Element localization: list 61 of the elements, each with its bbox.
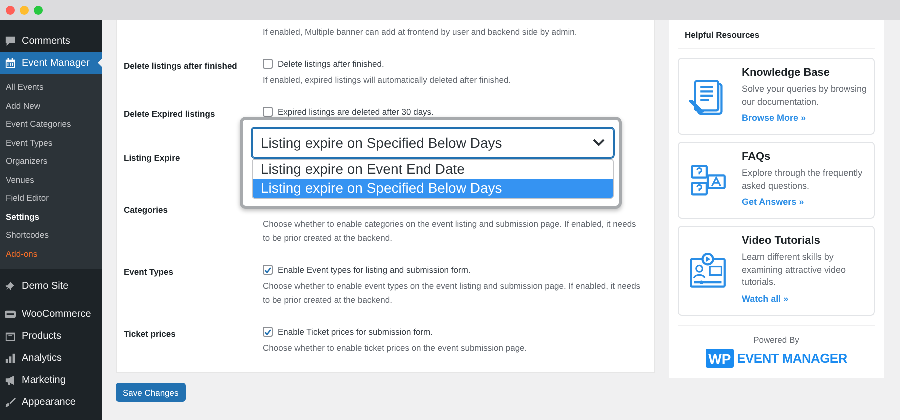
setting-label: Ticket prices: [124, 328, 177, 341]
setting-description: Choose whether to enable event types on the event listing and submission page. If enabled, it needs to be prior created at the backend.: [263, 280, 642, 307]
submenu-item[interactable]: Event Types: [0, 134, 102, 152]
powered-by-text: Powered By: [754, 334, 800, 344]
box-icon: [5, 330, 16, 342]
video-lesson-icon: [689, 252, 727, 290]
panel-title: Helpful Resources: [678, 20, 875, 49]
submenu-item[interactable]: Field Editor: [0, 189, 102, 208]
submenu-item[interactable]: Shortcodes: [0, 226, 102, 244]
setting-description: If enabled, Multiple banner can add at frontend by user and backend side by admin.: [263, 26, 578, 39]
submenu-item[interactable]: Organizers: [0, 152, 102, 170]
checkbox[interactable]: [263, 107, 273, 117]
submenu-item[interactable]: All Events: [0, 78, 102, 96]
menu-item[interactable]: Appearance: [0, 391, 102, 413]
menu-item[interactable]: WooCommerce: [0, 303, 102, 325]
checkbox[interactable]: [263, 59, 273, 69]
logo-text: EVENT MANAGER: [737, 350, 848, 366]
checkbox-label: Enable Event types for listing and submission form.: [278, 265, 471, 275]
logo-badge: WP: [706, 348, 734, 368]
dropdown-option[interactable]: Listing expire on Event End Date: [253, 160, 613, 179]
brush-icon: [5, 396, 16, 408]
menu-item[interactable]: Products: [0, 325, 102, 347]
checkbox[interactable]: [263, 327, 273, 337]
comment-icon: [5, 36, 16, 46]
bar-chart-icon: [5, 352, 16, 364]
card-title: FAQs: [742, 151, 772, 163]
card-text: Learn different skills by examining attractive video tutorials.: [742, 251, 848, 288]
window-control[interactable]: [6, 6, 15, 14]
menu-item[interactable]: Marketing: [0, 369, 102, 391]
megaphone-icon: [5, 374, 16, 386]
checkbox-label: Delete listings after finished.: [278, 59, 384, 69]
setting-label: Delete listings after finished: [124, 60, 238, 73]
pin-icon: [5, 280, 16, 292]
card-title: Knowledge Base: [742, 67, 832, 79]
setting-label: Listing Expire: [124, 152, 182, 165]
save-changes-button[interactable]: Save Changes: [116, 383, 186, 402]
setting-description: Choose whether to enable categories on the event listing and submission page. If enabled, it needs to be prior created at the backend.: [263, 218, 638, 245]
submenu-item[interactable]: Event Categories: [0, 115, 102, 134]
submenu-item[interactable]: Add-ons: [0, 244, 102, 263]
setting-label: Event Types: [124, 266, 174, 279]
checkbox[interactable]: [263, 265, 273, 275]
checkbox-label: Enable Ticket prices for submission form.: [278, 327, 433, 337]
setting-description: If enabled, expired listings will automatically deleted after finished.: [263, 74, 512, 87]
setting-label: Delete Expired listings: [124, 108, 216, 119]
window-control[interactable]: [34, 6, 43, 14]
select-field[interactable]: Listing expire on Specified Below Days: [252, 128, 614, 158]
submenu-item[interactable]: Venues: [0, 170, 102, 189]
checkbox-label: Expired listings are deleted after 30 days.: [278, 107, 434, 117]
card-text: Explore through the frequently asked questions.: [742, 167, 864, 192]
setting-description: Choose whether to enable ticket prices on the event submission page.: [263, 342, 528, 355]
calendar-icon: [5, 58, 16, 68]
card-text: Solve your queries by browsing our documentation.: [742, 83, 868, 108]
menu-item[interactable]: Comments: [0, 30, 102, 52]
submenu-item[interactable]: Add New: [0, 96, 102, 115]
submenu-item[interactable]: Settings: [0, 208, 102, 226]
setting-label: Categories: [124, 204, 169, 217]
chevron-down-icon: [593, 139, 605, 147]
menu-item[interactable]: Event Manager: [0, 52, 102, 74]
menu-item[interactable]: Analytics: [0, 347, 102, 369]
menu-item[interactable]: Demo Site: [0, 275, 102, 297]
card-title: Video Tutorials: [742, 235, 822, 247]
